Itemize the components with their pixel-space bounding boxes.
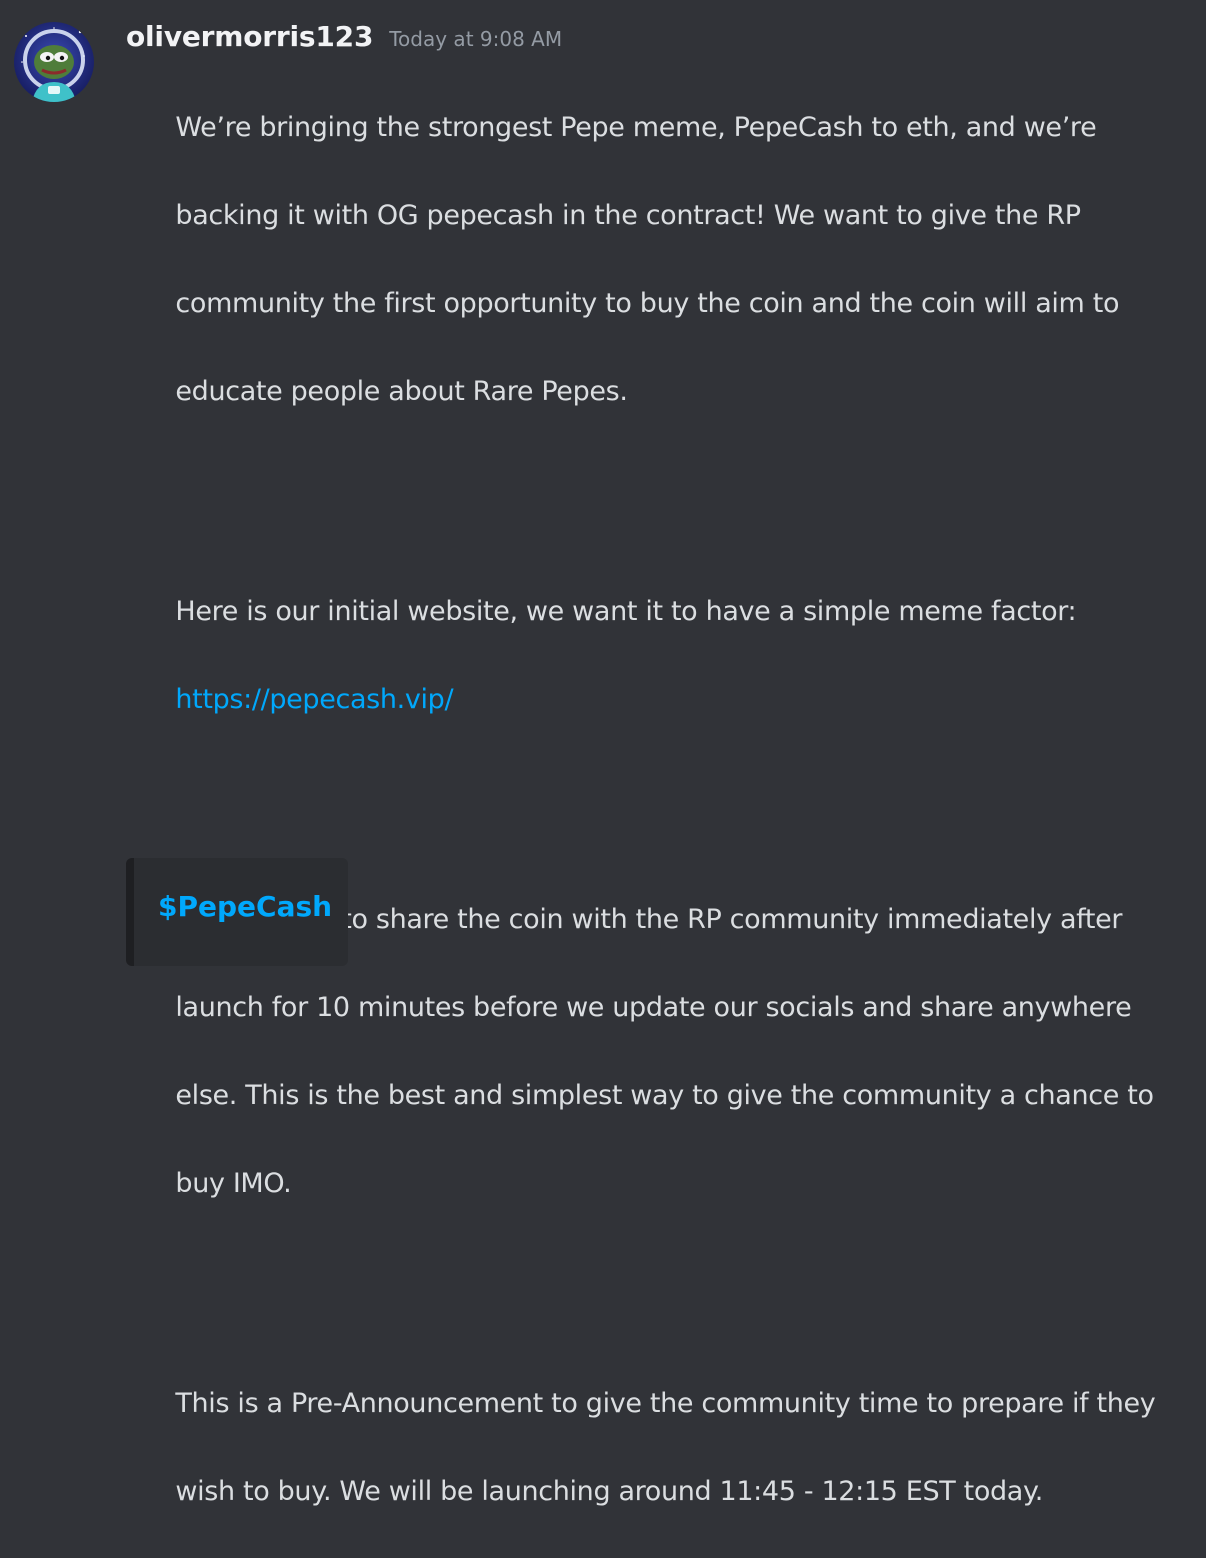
user-avatar[interactable] [14,22,94,102]
message-content: We’re bringing the strongest Pepe meme, … [126,62,1166,1558]
text-line: launch for 10 minutes before we update o… [175,992,1132,1023]
message-paragraph: We’re bringing the strongest Pepe meme, … [126,62,1166,458]
text-line: We’re bringing the strongest Pepe meme, … [175,112,1097,143]
text-line: else. This is the best and simplest way … [175,1080,1154,1111]
chat-message: olivermorris123 Today at 9:08 AM We’re b… [0,0,1206,1507]
text-line: community the first opportunity to buy t… [175,288,1120,319]
text-line: This is a Pre-Announcement to give the c… [175,1388,1156,1419]
website-link[interactable]: https://pepecash.vip/ [175,684,453,715]
text-line: backing it with OG pepecash in the contr… [175,200,1081,231]
embed-title[interactable]: $PepeCash [158,890,332,923]
message-header: olivermorris123 Today at 9:08 AM [126,20,562,60]
text-line: educate people about Rare Pepes. [175,376,628,407]
message-paragraph: This is a Pre-Announcement to give the c… [126,1338,1166,1558]
text-line: buy IMO. [175,1168,292,1199]
link-embed: $PepeCash [126,858,348,966]
pepe-avatar-icon [14,22,94,102]
text-line: Here is our initial website, we want it … [175,596,1077,627]
text-line: wish to buy. We will be launching around… [175,1476,1044,1507]
timestamp: Today at 9:08 AM [389,27,563,51]
message-paragraph: Here is our initial website, we want it … [126,546,1166,766]
username[interactable]: olivermorris123 [126,20,373,53]
